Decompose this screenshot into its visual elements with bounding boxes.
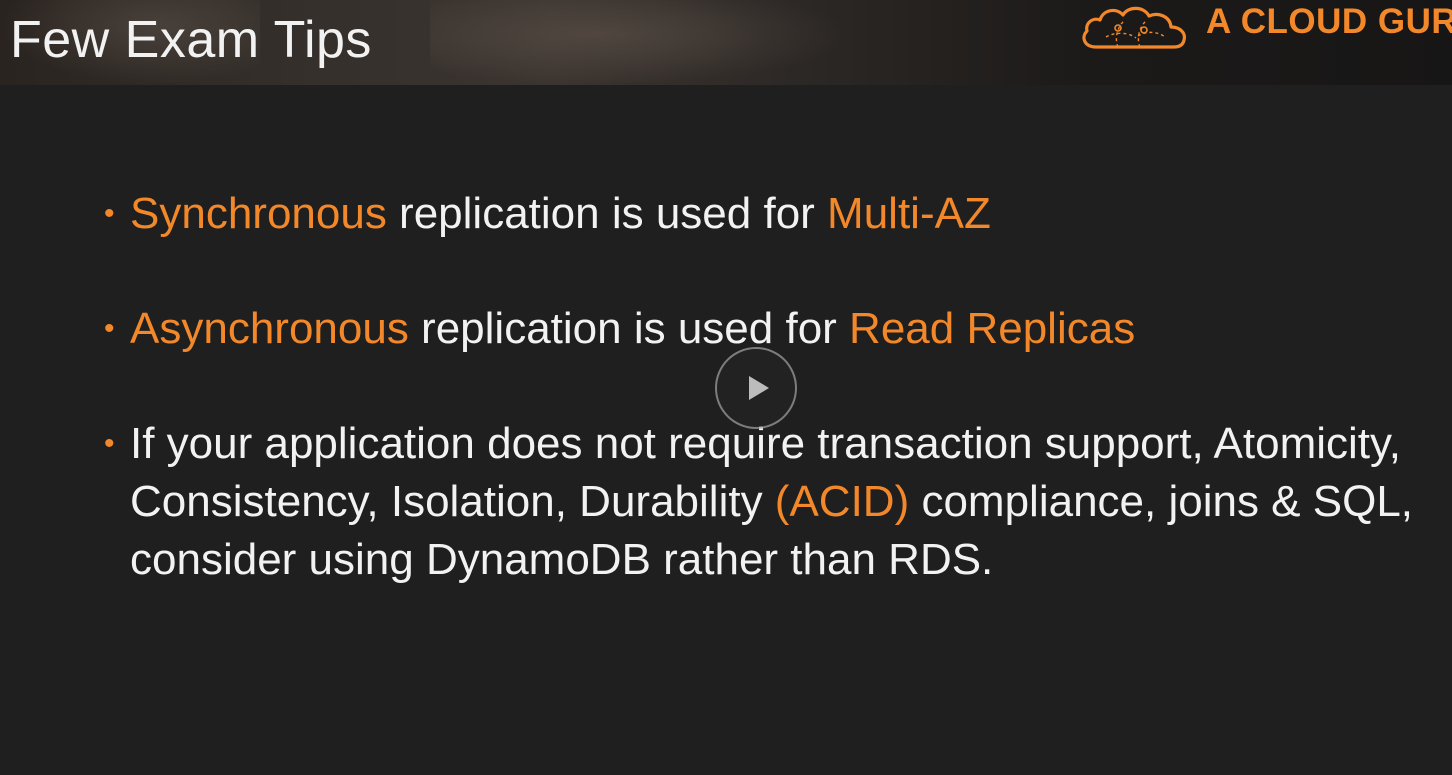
bullet-text-highlight: Asynchronous xyxy=(130,304,409,353)
bullet-dot: • xyxy=(104,197,115,230)
bullet-dot: • xyxy=(104,427,115,460)
play-icon xyxy=(749,376,769,400)
bullet-text-highlight: Read Replicas xyxy=(849,304,1136,353)
cloud-icon xyxy=(1082,6,1186,49)
bullet-dot: • xyxy=(104,312,115,345)
bullet-text-highlight: Synchronous xyxy=(130,189,387,238)
bullet-item: • Synchronous replication is used for Mu… xyxy=(100,185,1430,243)
play-button[interactable] xyxy=(715,347,797,429)
brand-logo: A CLOUD GUR xyxy=(1078,0,1452,60)
bullet-item: • If your application does not require t… xyxy=(100,415,1430,589)
slide-title: Few Exam Tips xyxy=(10,11,372,69)
brand-logo-text: A CLOUD GUR xyxy=(1206,2,1452,41)
bullet-text: replication is used for xyxy=(386,189,828,238)
bullet-text-highlight: Multi-AZ xyxy=(827,189,991,238)
header-banner: Few Exam Tips A CLOUD GUR xyxy=(0,0,1452,85)
bullet-text: replication is used for xyxy=(408,304,850,353)
slide: Few Exam Tips A CLOUD GUR • Synchronous … xyxy=(0,0,1452,775)
header-background-photo-center xyxy=(430,0,850,85)
bullet-text-highlight: (ACID) xyxy=(774,477,910,526)
